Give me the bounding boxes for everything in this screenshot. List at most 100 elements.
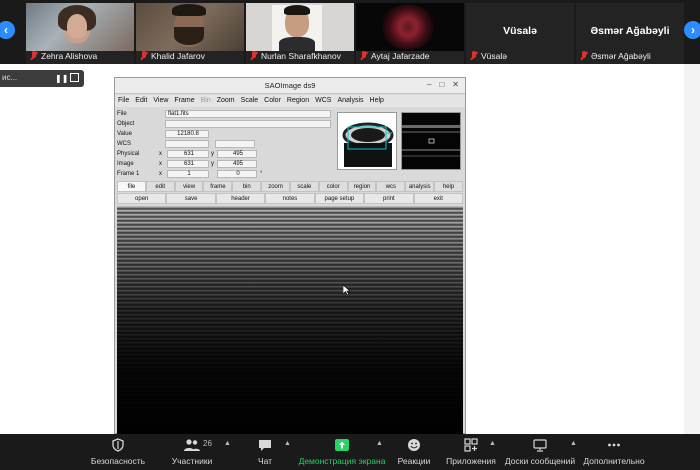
btn-header[interactable]: header	[215, 193, 266, 204]
object-value	[165, 120, 331, 128]
chat-button[interactable]: Чат	[248, 434, 282, 470]
btn-color[interactable]: color	[318, 181, 348, 192]
participant-tile-esmer[interactable]: Əsmər Ağabəyli Əsmər Ağabəyli	[576, 3, 684, 64]
btn-edit[interactable]: edit	[145, 181, 175, 192]
menu-help[interactable]: Help	[370, 95, 384, 107]
participant-display-name: Vüsalə	[503, 25, 537, 37]
physical-x-axis: x	[159, 151, 162, 157]
participants-button[interactable]: 26 Участники	[163, 434, 221, 470]
btn-frame[interactable]: frame	[203, 181, 233, 192]
reactions-button[interactable]: Реакции	[394, 434, 434, 470]
frame-angle: 0	[217, 170, 257, 178]
menu-view[interactable]: View	[153, 95, 168, 107]
person-hair	[172, 4, 206, 16]
file-value: flat1.fits	[165, 110, 331, 118]
btn-file[interactable]: file	[117, 181, 146, 192]
whiteboard-icon	[533, 439, 547, 452]
ds9-image-canvas[interactable]	[117, 206, 463, 434]
image-y-axis: y	[211, 161, 214, 167]
btn-help[interactable]: help	[434, 181, 463, 192]
participant-name: Nurlan Sharafkhanov	[261, 51, 341, 61]
btn-analysis[interactable]: analysis	[405, 181, 435, 192]
previous-page-button[interactable]: ‹	[0, 21, 15, 39]
wcs-label: WCS	[117, 141, 131, 147]
btn-notes[interactable]: notes	[265, 193, 315, 204]
image-x-axis: x	[159, 161, 162, 167]
menu-zoom[interactable]: Zoom	[217, 95, 235, 107]
person-face	[67, 14, 87, 38]
security-button[interactable]: Безопасность	[80, 434, 156, 470]
participant-video	[356, 3, 464, 51]
physical-y: 495	[217, 150, 257, 158]
btn-page-setup[interactable]: page setup	[314, 193, 365, 204]
apps-icon	[464, 438, 478, 452]
menu-analysis[interactable]: Analysis	[337, 95, 363, 107]
frame-x-axis: x	[159, 171, 162, 177]
participants-icon	[184, 439, 200, 451]
pause-icon[interactable]: ❚❚	[55, 74, 68, 83]
minimize-icon[interactable]: –	[427, 80, 431, 89]
btn-open[interactable]: open	[117, 193, 167, 204]
next-page-button[interactable]: ›	[684, 21, 700, 39]
participants-label: Участники	[171, 456, 213, 466]
participant-tile-vusale[interactable]: Vüsalə Vüsalə	[466, 3, 574, 64]
participant-tile-khalid[interactable]: Khalid Jafarov	[136, 3, 244, 64]
more-icon	[608, 443, 620, 447]
participant-strip: ‹ Zehra Alishova Khalid Jafarov Nurlan S…	[0, 0, 700, 64]
menu-frame[interactable]: Frame	[174, 95, 194, 107]
btn-view[interactable]: view	[174, 181, 204, 192]
shield-icon	[112, 438, 124, 452]
whiteboards-chevron-up-icon[interactable]: ▲	[570, 440, 577, 447]
apps-label: Приложения	[446, 456, 496, 466]
share-screen-button[interactable]: Демонстрация экрана	[297, 434, 387, 470]
nebula-image	[382, 5, 434, 49]
menu-color[interactable]: Color	[264, 95, 281, 107]
menu-bin: Bin	[200, 97, 211, 104]
apps-chevron-up-icon[interactable]: ▲	[489, 440, 496, 447]
participants-chevron-up-icon[interactable]: ▲	[224, 440, 231, 447]
menu-edit[interactable]: Edit	[135, 95, 147, 107]
participant-video	[26, 3, 134, 51]
participant-name: Aytaj Jafarzade	[371, 51, 430, 61]
chat-icon	[259, 440, 271, 451]
ds9-menubar: File Edit View Frame Bin Zoom Scale Colo…	[115, 95, 465, 107]
wcs-value-2	[215, 140, 255, 148]
reactions-label: Реакции	[397, 456, 431, 466]
ds9-panner[interactable]	[337, 112, 397, 170]
share-control-strip[interactable]: ис... ❚❚	[0, 70, 84, 87]
mic-muted-icon	[30, 51, 38, 61]
menu-wcs[interactable]: WCS	[315, 95, 331, 107]
menu-region[interactable]: Region	[287, 95, 309, 107]
physical-label: Physical	[117, 151, 140, 157]
menu-file[interactable]: File	[118, 95, 129, 107]
whiteboards-button[interactable]: Доски сообщений	[504, 434, 576, 470]
participant-tile-nurlan[interactable]: Nurlan Sharafkhanov	[246, 3, 354, 64]
btn-bin[interactable]: bin	[232, 181, 262, 192]
mouse-cursor-icon	[343, 285, 351, 295]
menu-scale[interactable]: Scale	[241, 95, 259, 107]
mic-muted-icon	[580, 51, 588, 61]
btn-scale[interactable]: scale	[289, 181, 319, 192]
participant-name: Vüsalə	[481, 51, 507, 61]
participant-tile-zehra[interactable]: Zehra Alishova	[26, 3, 134, 64]
participant-name: Əsmər Ağabəyli	[591, 51, 651, 61]
security-label: Безопасность	[90, 456, 146, 466]
expand-icon[interactable]	[70, 73, 79, 82]
btn-wcs[interactable]: wcs	[376, 181, 406, 192]
mic-muted-icon	[360, 51, 368, 61]
btn-exit[interactable]: exit	[413, 193, 463, 204]
more-button[interactable]: Дополнительно	[582, 434, 646, 470]
chat-label: Чат	[257, 456, 273, 466]
share-chevron-up-icon[interactable]: ▲	[376, 440, 383, 447]
close-icon[interactable]: ✕	[452, 80, 459, 89]
maximize-icon[interactable]: □	[439, 80, 444, 89]
participant-name: Khalid Jafarov	[151, 51, 205, 61]
btn-save[interactable]: save	[166, 193, 216, 204]
btn-region[interactable]: region	[347, 181, 377, 192]
shared-screen: ис... ❚❚ SAOImage ds9 – □ ✕ File Edit Vi…	[0, 64, 700, 434]
share-background-right	[466, 64, 700, 434]
btn-zoom[interactable]: zoom	[261, 181, 290, 192]
chat-chevron-up-icon[interactable]: ▲	[284, 440, 291, 447]
btn-print[interactable]: print	[364, 193, 414, 204]
participant-tile-aytaj[interactable]: Aytaj Jafarzade	[356, 3, 464, 64]
